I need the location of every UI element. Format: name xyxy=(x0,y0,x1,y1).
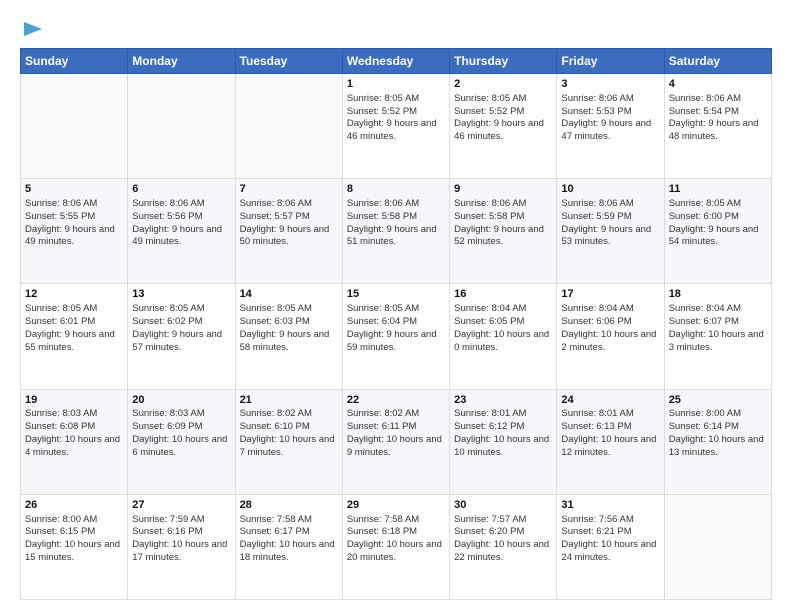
calendar-cell: 4Sunrise: 8:06 AMSunset: 5:54 PMDaylight… xyxy=(664,74,771,179)
days-header-row: SundayMondayTuesdayWednesdayThursdayFrid… xyxy=(21,49,772,74)
calendar-cell: 14Sunrise: 8:05 AMSunset: 6:03 PMDayligh… xyxy=(235,284,342,389)
calendar-cell: 10Sunrise: 8:06 AMSunset: 5:59 PMDayligh… xyxy=(557,179,664,284)
day-number: 27 xyxy=(132,498,230,513)
calendar-cell: 6Sunrise: 8:06 AMSunset: 5:56 PMDaylight… xyxy=(128,179,235,284)
calendar-cell: 18Sunrise: 8:04 AMSunset: 6:07 PMDayligh… xyxy=(664,284,771,389)
week-row-0: 1Sunrise: 8:05 AMSunset: 5:52 PMDaylight… xyxy=(21,74,772,179)
calendar-cell: 9Sunrise: 8:06 AMSunset: 5:58 PMDaylight… xyxy=(450,179,557,284)
day-number: 12 xyxy=(25,287,123,302)
day-number: 26 xyxy=(25,498,123,513)
calendar-cell: 1Sunrise: 8:05 AMSunset: 5:52 PMDaylight… xyxy=(342,74,449,179)
calendar-cell: 15Sunrise: 8:05 AMSunset: 6:04 PMDayligh… xyxy=(342,284,449,389)
day-number: 7 xyxy=(240,182,338,197)
calendar-cell: 22Sunrise: 8:02 AMSunset: 6:11 PMDayligh… xyxy=(342,389,449,494)
day-number: 30 xyxy=(454,498,552,513)
day-number: 9 xyxy=(454,182,552,197)
day-header-sunday: Sunday xyxy=(21,49,128,74)
week-row-2: 12Sunrise: 8:05 AMSunset: 6:01 PMDayligh… xyxy=(21,284,772,389)
calendar-cell xyxy=(128,74,235,179)
day-header-saturday: Saturday xyxy=(664,49,771,74)
day-header-thursday: Thursday xyxy=(450,49,557,74)
calendar-cell: 5Sunrise: 8:06 AMSunset: 5:55 PMDaylight… xyxy=(21,179,128,284)
day-number: 23 xyxy=(454,393,552,408)
calendar-cell: 27Sunrise: 7:59 AMSunset: 6:16 PMDayligh… xyxy=(128,494,235,599)
calendar-cell: 25Sunrise: 8:00 AMSunset: 6:14 PMDayligh… xyxy=(664,389,771,494)
week-row-3: 19Sunrise: 8:03 AMSunset: 6:08 PMDayligh… xyxy=(21,389,772,494)
calendar-cell: 8Sunrise: 8:06 AMSunset: 5:58 PMDaylight… xyxy=(342,179,449,284)
day-number: 31 xyxy=(561,498,659,513)
day-number: 1 xyxy=(347,77,445,92)
day-number: 16 xyxy=(454,287,552,302)
day-header-tuesday: Tuesday xyxy=(235,49,342,74)
logo-flag-icon xyxy=(22,18,44,40)
calendar-cell: 26Sunrise: 8:00 AMSunset: 6:15 PMDayligh… xyxy=(21,494,128,599)
calendar-cell: 16Sunrise: 8:04 AMSunset: 6:05 PMDayligh… xyxy=(450,284,557,389)
day-number: 13 xyxy=(132,287,230,302)
day-number: 18 xyxy=(669,287,767,302)
calendar-cell: 30Sunrise: 7:57 AMSunset: 6:20 PMDayligh… xyxy=(450,494,557,599)
week-row-4: 26Sunrise: 8:00 AMSunset: 6:15 PMDayligh… xyxy=(21,494,772,599)
day-header-friday: Friday xyxy=(557,49,664,74)
calendar-table: SundayMondayTuesdayWednesdayThursdayFrid… xyxy=(20,48,772,600)
day-number: 21 xyxy=(240,393,338,408)
calendar-cell: 24Sunrise: 8:01 AMSunset: 6:13 PMDayligh… xyxy=(557,389,664,494)
calendar-cell: 28Sunrise: 7:58 AMSunset: 6:17 PMDayligh… xyxy=(235,494,342,599)
calendar-cell xyxy=(21,74,128,179)
day-header-monday: Monday xyxy=(128,49,235,74)
week-row-1: 5Sunrise: 8:06 AMSunset: 5:55 PMDaylight… xyxy=(21,179,772,284)
calendar-cell: 19Sunrise: 8:03 AMSunset: 6:08 PMDayligh… xyxy=(21,389,128,494)
calendar-cell: 11Sunrise: 8:05 AMSunset: 6:00 PMDayligh… xyxy=(664,179,771,284)
calendar-cell: 23Sunrise: 8:01 AMSunset: 6:12 PMDayligh… xyxy=(450,389,557,494)
day-number: 10 xyxy=(561,182,659,197)
day-number: 6 xyxy=(132,182,230,197)
calendar-cell: 29Sunrise: 7:58 AMSunset: 6:18 PMDayligh… xyxy=(342,494,449,599)
calendar-cell: 3Sunrise: 8:06 AMSunset: 5:53 PMDaylight… xyxy=(557,74,664,179)
day-number: 20 xyxy=(132,393,230,408)
logo xyxy=(20,18,44,40)
calendar-cell: 20Sunrise: 8:03 AMSunset: 6:09 PMDayligh… xyxy=(128,389,235,494)
day-number: 28 xyxy=(240,498,338,513)
day-number: 29 xyxy=(347,498,445,513)
page: SundayMondayTuesdayWednesdayThursdayFrid… xyxy=(0,0,792,612)
day-number: 4 xyxy=(669,77,767,92)
calendar-cell: 13Sunrise: 8:05 AMSunset: 6:02 PMDayligh… xyxy=(128,284,235,389)
day-number: 14 xyxy=(240,287,338,302)
calendar-cell xyxy=(664,494,771,599)
day-header-wednesday: Wednesday xyxy=(342,49,449,74)
day-number: 15 xyxy=(347,287,445,302)
day-number: 24 xyxy=(561,393,659,408)
calendar-cell: 31Sunrise: 7:56 AMSunset: 6:21 PMDayligh… xyxy=(557,494,664,599)
day-number: 2 xyxy=(454,77,552,92)
day-number: 19 xyxy=(25,393,123,408)
day-number: 11 xyxy=(669,182,767,197)
calendar-cell xyxy=(235,74,342,179)
day-number: 8 xyxy=(347,182,445,197)
day-number: 25 xyxy=(669,393,767,408)
calendar-cell: 17Sunrise: 8:04 AMSunset: 6:06 PMDayligh… xyxy=(557,284,664,389)
day-number: 5 xyxy=(25,182,123,197)
day-number: 3 xyxy=(561,77,659,92)
day-number: 17 xyxy=(561,287,659,302)
calendar-cell: 2Sunrise: 8:05 AMSunset: 5:52 PMDaylight… xyxy=(450,74,557,179)
header xyxy=(20,18,772,40)
calendar-cell: 7Sunrise: 8:06 AMSunset: 5:57 PMDaylight… xyxy=(235,179,342,284)
calendar-cell: 21Sunrise: 8:02 AMSunset: 6:10 PMDayligh… xyxy=(235,389,342,494)
day-number: 22 xyxy=(347,393,445,408)
calendar-cell: 12Sunrise: 8:05 AMSunset: 6:01 PMDayligh… xyxy=(21,284,128,389)
